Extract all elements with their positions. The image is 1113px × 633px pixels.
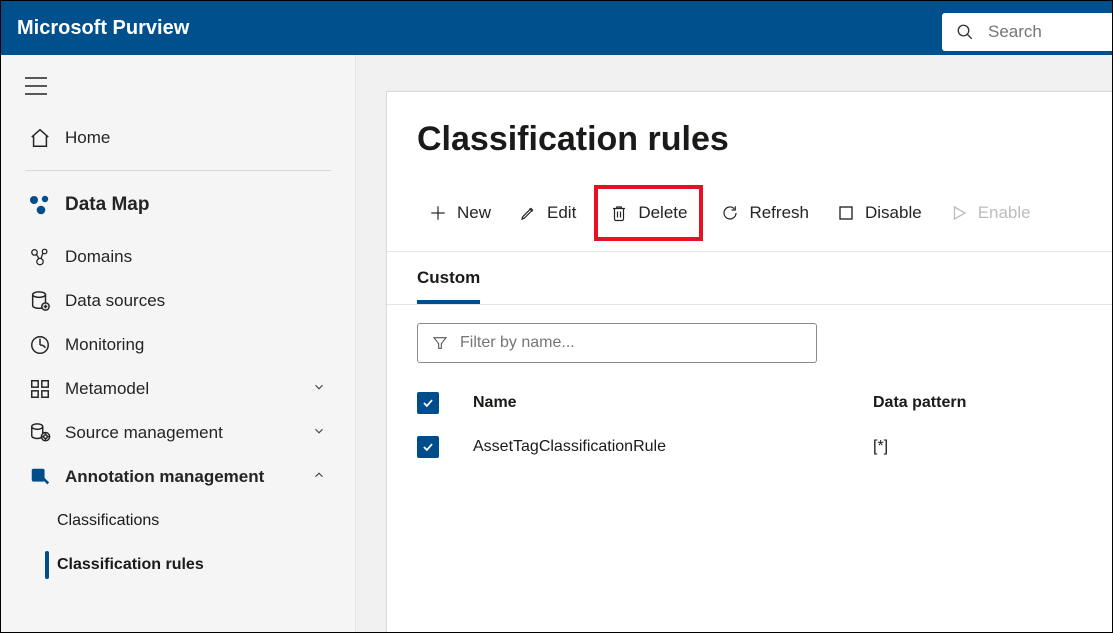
- monitoring-icon: [29, 334, 51, 356]
- edit-button[interactable]: Edit: [507, 193, 588, 233]
- sidebar-item-domains[interactable]: Domains: [1, 235, 355, 279]
- sidebar-item-annotation-management[interactable]: Annotation management: [1, 455, 355, 499]
- sidebar-label-domains: Domains: [65, 247, 331, 267]
- new-label: New: [457, 203, 491, 223]
- annotation-management-icon: [29, 466, 51, 488]
- toolbar: New Edit Delete Refresh: [387, 185, 1112, 252]
- refresh-label: Refresh: [749, 203, 809, 223]
- filter-icon: [432, 335, 448, 351]
- sidebar-sublabel-classifications: Classifications: [57, 512, 159, 530]
- sidebar-label-monitoring: Monitoring: [65, 335, 331, 355]
- trash-icon: [610, 203, 628, 223]
- filter-input-wrapper[interactable]: [417, 323, 817, 363]
- checkmark-icon: [421, 440, 435, 454]
- sidebar-item-home[interactable]: Home: [1, 114, 355, 162]
- filter-input[interactable]: [458, 333, 802, 353]
- delete-highlight: Delete: [594, 185, 703, 241]
- disable-button[interactable]: Disable: [825, 193, 934, 233]
- row-name: AssetTagClassificationRule: [473, 438, 873, 456]
- header-pattern: Data pattern: [873, 394, 966, 412]
- domains-icon: [29, 246, 51, 268]
- sidebar-section-datamap[interactable]: Data Map: [1, 181, 355, 229]
- filter-row: [387, 305, 1112, 363]
- menu-toggle[interactable]: [1, 55, 355, 114]
- brand-label: Microsoft Purview: [17, 17, 189, 40]
- datamap-icon: [28, 193, 52, 217]
- sidebar-item-monitoring[interactable]: Monitoring: [1, 323, 355, 367]
- metamodel-icon: [29, 378, 51, 400]
- chevron-down-icon: [307, 423, 331, 443]
- delete-button[interactable]: Delete: [598, 189, 699, 237]
- delete-label: Delete: [638, 203, 687, 223]
- row-checkbox[interactable]: [417, 436, 439, 458]
- plus-icon: [429, 204, 447, 222]
- chevron-down-icon: [307, 379, 331, 399]
- sidebar-item-data-sources[interactable]: Data sources: [1, 279, 355, 323]
- refresh-icon: [721, 204, 739, 222]
- hamburger-icon: [25, 77, 47, 95]
- results-table: Name Data pattern AssetTagClassification…: [417, 381, 1112, 469]
- enable-button[interactable]: Enable: [938, 193, 1043, 233]
- sidebar-label-data-sources: Data sources: [65, 291, 331, 311]
- sidebar-divider: [25, 170, 331, 171]
- sidebar-subitem-classification-rules[interactable]: Classification rules: [1, 543, 355, 587]
- edit-icon: [519, 204, 537, 222]
- table-row[interactable]: AssetTagClassificationRule [*]: [417, 425, 1112, 469]
- data-sources-icon: [29, 290, 51, 312]
- top-bar: Microsoft Purview: [1, 1, 1112, 55]
- search-box[interactable]: [942, 13, 1112, 51]
- edit-label: Edit: [547, 203, 576, 223]
- select-all-checkbox[interactable]: [417, 392, 439, 414]
- content-area: Classification rules New Edit Delete: [356, 55, 1112, 632]
- disable-label: Disable: [865, 203, 922, 223]
- home-icon: [29, 127, 51, 149]
- checkmark-icon: [421, 396, 435, 410]
- source-management-icon: [29, 422, 51, 444]
- row-pattern: [*]: [873, 438, 888, 456]
- sidebar-subitem-classifications[interactable]: Classifications: [1, 499, 355, 543]
- tab-custom[interactable]: Custom: [417, 268, 480, 304]
- sidebar-item-source-management[interactable]: Source management: [1, 411, 355, 455]
- disable-icon: [837, 204, 855, 222]
- header-name: Name: [473, 394, 873, 412]
- sidebar-label-source-management: Source management: [65, 423, 307, 443]
- sidebar-sublabel-classification-rules: Classification rules: [57, 556, 204, 574]
- new-button[interactable]: New: [417, 193, 503, 233]
- sidebar-label-metamodel: Metamodel: [65, 379, 307, 399]
- table-header: Name Data pattern: [417, 381, 1112, 425]
- sidebar: Home Data Map Domains Data sources Monit…: [1, 55, 356, 632]
- page-title: Classification rules: [417, 120, 1112, 159]
- sidebar-item-metamodel[interactable]: Metamodel: [1, 367, 355, 411]
- chevron-up-icon: [307, 467, 331, 487]
- enable-label: Enable: [978, 203, 1031, 223]
- refresh-button[interactable]: Refresh: [709, 193, 821, 233]
- enable-icon: [950, 204, 968, 222]
- sidebar-label-annotation-management: Annotation management: [65, 467, 307, 487]
- search-icon: [956, 23, 974, 41]
- sidebar-label-datamap: Data Map: [65, 194, 331, 216]
- search-input[interactable]: [986, 21, 1096, 43]
- tab-bar: Custom: [387, 252, 1112, 305]
- sidebar-label-home: Home: [65, 128, 331, 148]
